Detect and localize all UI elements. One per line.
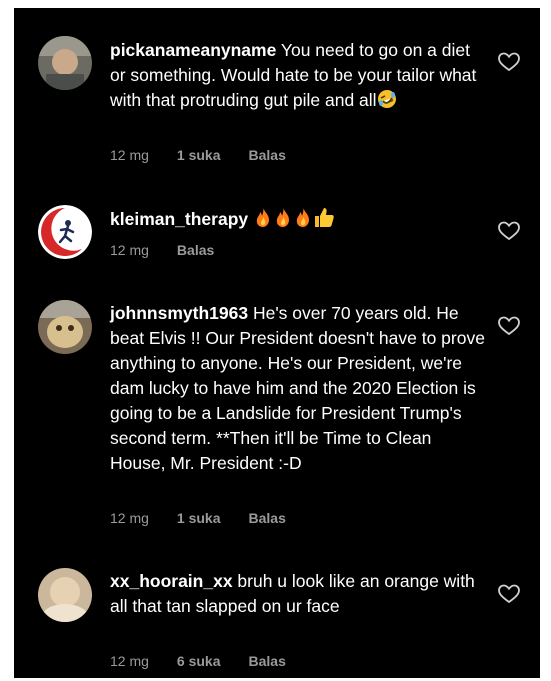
comment-text: kleiman_therapy: [110, 206, 490, 235]
fire-emoji: [253, 206, 273, 235]
comment-text: xx_hoorain_xx bruh u look like an orange…: [110, 569, 490, 619]
comment-text: johnnsmyth1963 He's over 70 years old. H…: [110, 301, 490, 476]
heart-icon[interactable]: [498, 316, 520, 336]
comment-meta: 12 mg 1 suka Balas: [110, 508, 286, 528]
comment-time: 12 mg: [110, 147, 149, 163]
reply-button[interactable]: Balas: [249, 651, 286, 671]
likes-count[interactable]: 1 suka: [177, 145, 221, 165]
fire-emoji: [293, 206, 313, 235]
heart-icon[interactable]: [498, 584, 520, 604]
comment-username[interactable]: xx_hoorain_xx: [110, 571, 233, 591]
comment-meta: 12 mg Balas: [110, 240, 214, 260]
rofl-emoji: [377, 89, 397, 116]
reply-button[interactable]: Balas: [249, 508, 286, 528]
comment-time: 12 mg: [110, 242, 149, 258]
comment-meta: 12 mg 6 suka Balas: [110, 651, 286, 671]
comment-username[interactable]: pickanameanyname: [110, 40, 276, 60]
comment-text: pickanameanyname You need to go on a die…: [110, 38, 490, 116]
likes-count[interactable]: 6 suka: [177, 651, 221, 671]
fire-emoji: [273, 206, 293, 235]
thumbs-up-emoji: [313, 206, 335, 235]
comment-time: 12 mg: [110, 510, 149, 526]
avatar[interactable]: [38, 300, 92, 354]
comment-body: He's over 70 years old. He beat Elvis !!…: [110, 303, 485, 473]
avatar[interactable]: [38, 568, 92, 622]
likes-count[interactable]: 1 suka: [177, 508, 221, 528]
comment-username[interactable]: kleiman_therapy: [110, 209, 248, 229]
heart-icon[interactable]: [498, 221, 520, 241]
comment-meta: 12 mg 1 suka Balas: [110, 145, 286, 165]
comment-username[interactable]: johnnsmyth1963: [110, 303, 248, 323]
comment-time: 12 mg: [110, 653, 149, 669]
reply-button[interactable]: Balas: [249, 145, 286, 165]
reply-button[interactable]: Balas: [177, 240, 214, 260]
comments-screen: pickanameanyname You need to go on a die…: [14, 8, 540, 678]
avatar[interactable]: [38, 36, 92, 90]
heart-icon[interactable]: [498, 52, 520, 72]
avatar[interactable]: [38, 205, 92, 259]
